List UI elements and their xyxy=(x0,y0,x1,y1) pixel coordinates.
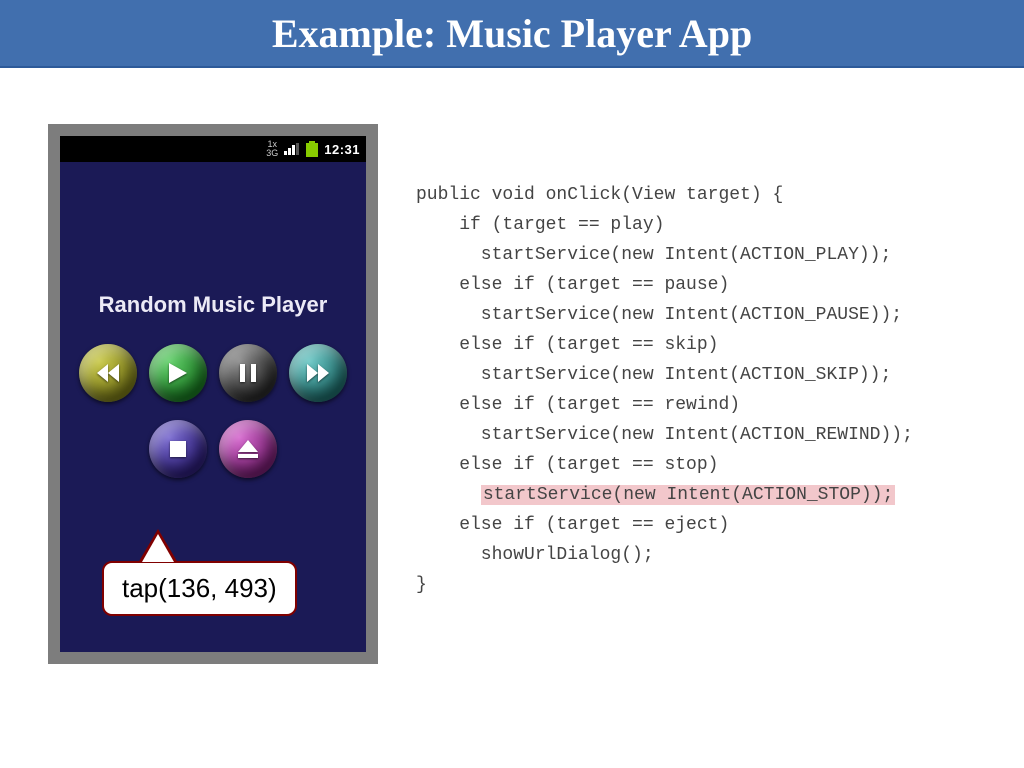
code-line: showUrlDialog(); xyxy=(416,545,654,565)
rewind-button[interactable] xyxy=(79,344,137,402)
code-line-highlighted: startService(new Intent(ACTION_STOP)); xyxy=(481,485,895,505)
eject-button[interactable] xyxy=(219,420,277,478)
app-title: Random Music Player xyxy=(99,292,328,318)
play-button[interactable] xyxy=(149,344,207,402)
skip-button[interactable] xyxy=(289,344,347,402)
pause-button[interactable] xyxy=(219,344,277,402)
title-bar: Example: Music Player App xyxy=(0,0,1024,68)
code-line: if (target == play) xyxy=(416,215,664,235)
app-body: Random Music Player xyxy=(60,162,366,496)
code-line: startService(new Intent(ACTION_SKIP)); xyxy=(416,365,891,385)
code-line: else if (target == skip) xyxy=(416,335,718,355)
code-line: } xyxy=(416,575,427,595)
network-icon: 1x3G xyxy=(266,140,278,158)
code-line: startService(new Intent(ACTION_PAUSE)); xyxy=(416,305,902,325)
slide-title: Example: Music Player App xyxy=(272,10,752,57)
code-line: startService(new Intent(ACTION_REWIND)); xyxy=(416,425,913,445)
status-bar: 1x3G 12:31 xyxy=(60,136,366,162)
battery-icon xyxy=(306,141,318,157)
callout-text: tap(136, 493) xyxy=(122,573,277,603)
code-line: else if (target == pause) xyxy=(416,275,729,295)
code-line: else if (target == stop) xyxy=(416,455,718,475)
code-line: else if (target == eject) xyxy=(416,515,729,535)
code-line xyxy=(416,485,481,505)
tap-callout: tap(136, 493) xyxy=(102,561,297,616)
code-line: public void onClick(View target) { xyxy=(416,185,783,205)
callout-arrow-icon xyxy=(138,529,178,563)
controls-row-1 xyxy=(79,344,347,402)
code-line: startService(new Intent(ACTION_PLAY)); xyxy=(416,245,891,265)
stop-button[interactable] xyxy=(149,420,207,478)
code-line: else if (target == rewind) xyxy=(416,395,740,415)
controls-row-2 xyxy=(149,420,277,478)
phone-screen: 1x3G 12:31 Random Music Player xyxy=(60,136,366,652)
signal-icon xyxy=(284,143,300,155)
status-clock: 12:31 xyxy=(324,142,360,157)
phone-frame: 1x3G 12:31 Random Music Player xyxy=(48,124,378,664)
code-block: public void onClick(View target) { if (t… xyxy=(416,180,913,600)
